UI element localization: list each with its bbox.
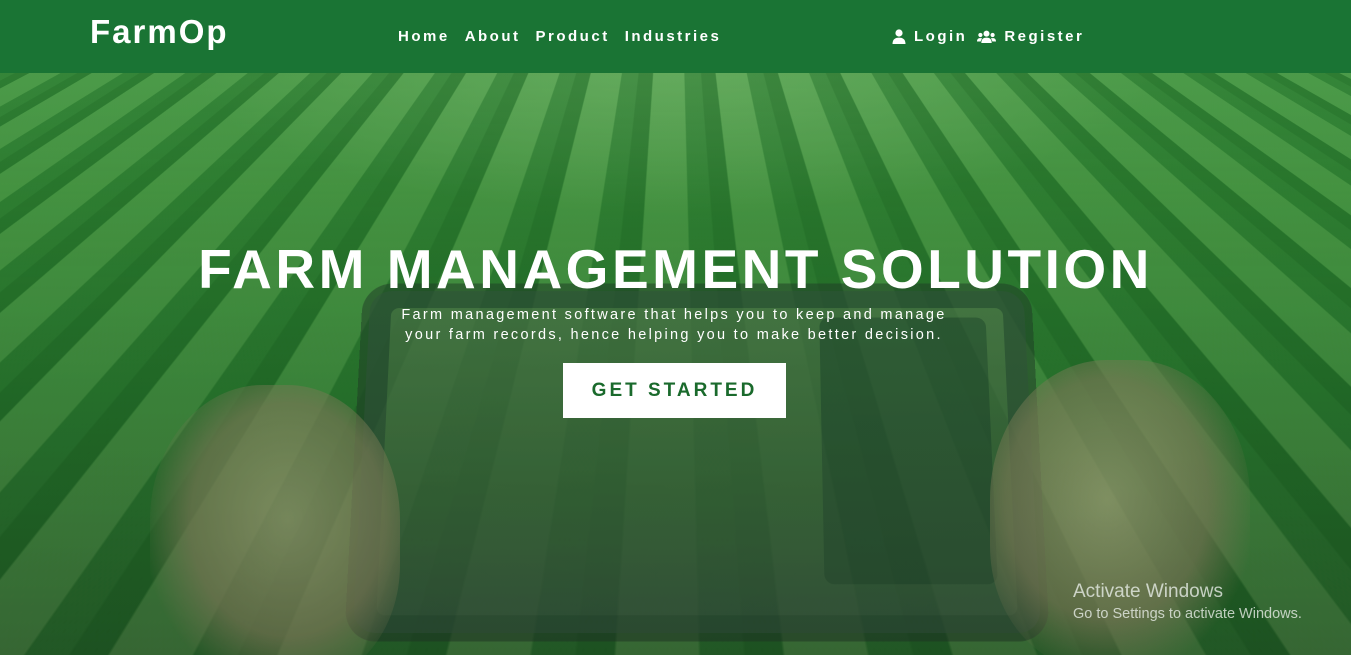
activate-windows-watermark: Activate Windows Go to Settings to activ… [1073, 581, 1302, 622]
hero-subtitle: Farm management software that helps you … [350, 305, 998, 345]
hero-subtitle-line-2: your farm records, hence helping you to … [405, 327, 943, 343]
activate-windows-subtitle: Go to Settings to activate Windows. [1073, 606, 1302, 622]
register-link[interactable]: Register [977, 28, 1084, 45]
auth-links: Login Register [892, 28, 1084, 45]
nav-product[interactable]: Product [536, 28, 610, 45]
nav-about[interactable]: About [465, 28, 521, 45]
login-label: Login [914, 28, 967, 45]
nav-home[interactable]: Home [398, 28, 450, 45]
login-link[interactable]: Login [892, 28, 967, 45]
user-icon [892, 29, 906, 44]
navbar: FarmOp Home About Product Industries Log… [0, 0, 1351, 73]
get-started-button[interactable]: GET STARTED [563, 363, 786, 418]
brand-logo[interactable]: FarmOp [90, 13, 229, 51]
hero-title: FARM MANAGEMENT SOLUTION [0, 237, 1351, 301]
main-nav: Home About Product Industries [398, 28, 721, 45]
hero-subtitle-line-1: Farm management software that helps you … [401, 307, 946, 323]
nav-industries[interactable]: Industries [625, 28, 722, 45]
activate-windows-title: Activate Windows [1073, 581, 1302, 603]
register-label: Register [1004, 28, 1084, 45]
users-icon [977, 30, 996, 43]
